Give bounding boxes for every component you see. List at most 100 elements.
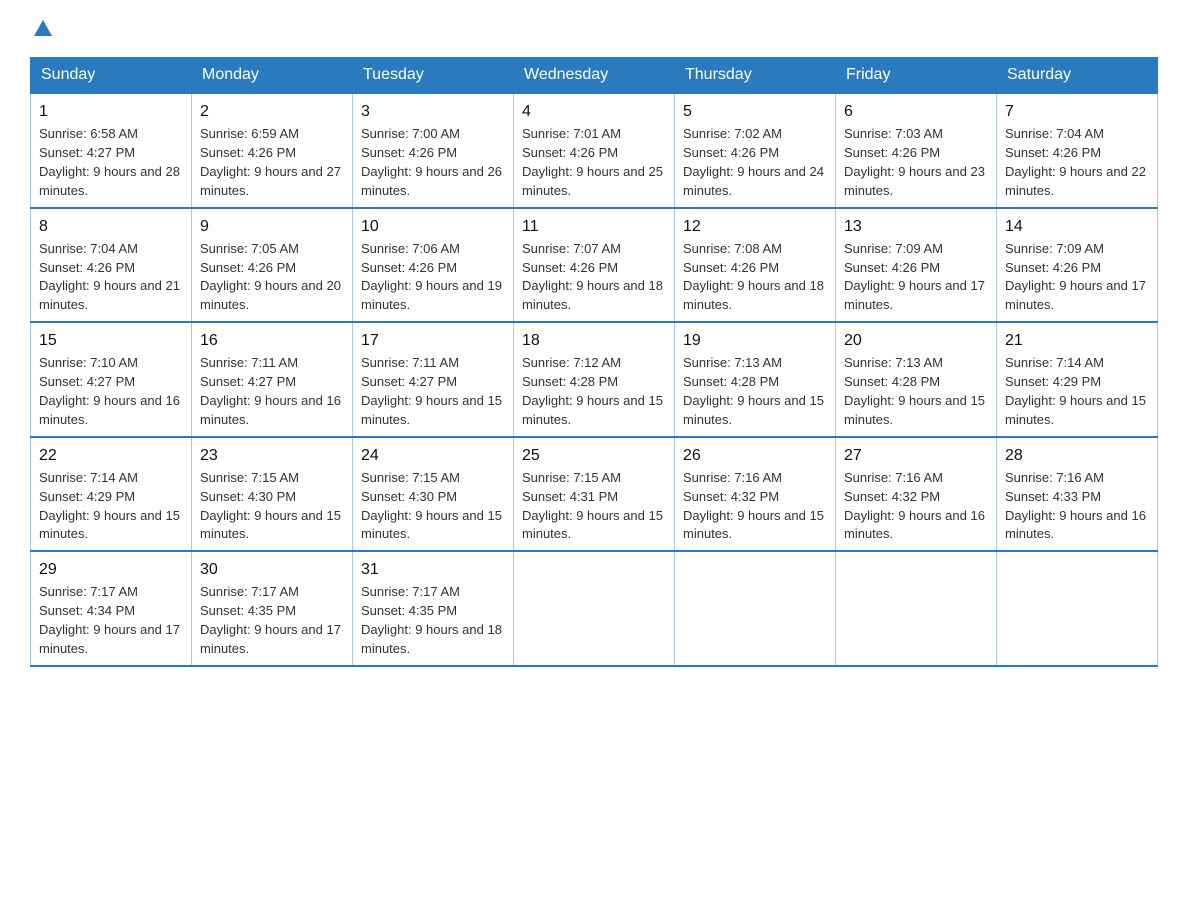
day-of-week-header: Wednesday	[514, 58, 675, 94]
calendar-cell: 24 Sunrise: 7:15 AMSunset: 4:30 PMDaylig…	[353, 437, 514, 552]
calendar-cell: 28 Sunrise: 7:16 AMSunset: 4:33 PMDaylig…	[997, 437, 1158, 552]
day-info: Sunrise: 7:11 AMSunset: 4:27 PMDaylight:…	[361, 355, 502, 427]
day-info: Sunrise: 7:05 AMSunset: 4:26 PMDaylight:…	[200, 241, 341, 313]
day-info: Sunrise: 7:09 AMSunset: 4:26 PMDaylight:…	[1005, 241, 1146, 313]
day-number: 11	[522, 215, 666, 238]
day-info: Sunrise: 7:06 AMSunset: 4:26 PMDaylight:…	[361, 241, 502, 313]
day-info: Sunrise: 6:59 AMSunset: 4:26 PMDaylight:…	[200, 126, 341, 198]
calendar-cell: 27 Sunrise: 7:16 AMSunset: 4:32 PMDaylig…	[836, 437, 997, 552]
day-number: 7	[1005, 100, 1149, 123]
day-number: 16	[200, 329, 344, 352]
day-info: Sunrise: 7:16 AMSunset: 4:32 PMDaylight:…	[844, 470, 985, 542]
calendar-table: SundayMondayTuesdayWednesdayThursdayFrid…	[30, 57, 1158, 667]
calendar-cell: 8 Sunrise: 7:04 AMSunset: 4:26 PMDayligh…	[31, 208, 192, 323]
calendar-cell: 26 Sunrise: 7:16 AMSunset: 4:32 PMDaylig…	[675, 437, 836, 552]
day-info: Sunrise: 6:58 AMSunset: 4:27 PMDaylight:…	[39, 126, 180, 198]
calendar-cell: 17 Sunrise: 7:11 AMSunset: 4:27 PMDaylig…	[353, 322, 514, 437]
calendar-cell: 12 Sunrise: 7:08 AMSunset: 4:26 PMDaylig…	[675, 208, 836, 323]
calendar-cell: 15 Sunrise: 7:10 AMSunset: 4:27 PMDaylig…	[31, 322, 192, 437]
day-info: Sunrise: 7:14 AMSunset: 4:29 PMDaylight:…	[1005, 355, 1146, 427]
day-of-week-header: Tuesday	[353, 58, 514, 94]
day-info: Sunrise: 7:04 AMSunset: 4:26 PMDaylight:…	[1005, 126, 1146, 198]
day-number: 12	[683, 215, 827, 238]
calendar-cell	[836, 551, 997, 666]
calendar-cell: 7 Sunrise: 7:04 AMSunset: 4:26 PMDayligh…	[997, 93, 1158, 208]
calendar-cell: 30 Sunrise: 7:17 AMSunset: 4:35 PMDaylig…	[192, 551, 353, 666]
day-number: 18	[522, 329, 666, 352]
page-header	[30, 20, 1158, 37]
calendar-header-row: SundayMondayTuesdayWednesdayThursdayFrid…	[31, 58, 1158, 94]
day-of-week-header: Saturday	[997, 58, 1158, 94]
calendar-week-row: 15 Sunrise: 7:10 AMSunset: 4:27 PMDaylig…	[31, 322, 1158, 437]
day-number: 9	[200, 215, 344, 238]
day-info: Sunrise: 7:13 AMSunset: 4:28 PMDaylight:…	[844, 355, 985, 427]
calendar-cell: 2 Sunrise: 6:59 AMSunset: 4:26 PMDayligh…	[192, 93, 353, 208]
day-number: 5	[683, 100, 827, 123]
calendar-cell: 9 Sunrise: 7:05 AMSunset: 4:26 PMDayligh…	[192, 208, 353, 323]
calendar-week-row: 1 Sunrise: 6:58 AMSunset: 4:27 PMDayligh…	[31, 93, 1158, 208]
calendar-cell: 3 Sunrise: 7:00 AMSunset: 4:26 PMDayligh…	[353, 93, 514, 208]
calendar-cell: 6 Sunrise: 7:03 AMSunset: 4:26 PMDayligh…	[836, 93, 997, 208]
calendar-week-row: 8 Sunrise: 7:04 AMSunset: 4:26 PMDayligh…	[31, 208, 1158, 323]
calendar-cell: 29 Sunrise: 7:17 AMSunset: 4:34 PMDaylig…	[31, 551, 192, 666]
day-number: 25	[522, 444, 666, 467]
day-number: 23	[200, 444, 344, 467]
calendar-cell: 1 Sunrise: 6:58 AMSunset: 4:27 PMDayligh…	[31, 93, 192, 208]
day-info: Sunrise: 7:13 AMSunset: 4:28 PMDaylight:…	[683, 355, 824, 427]
logo-triangle-icon	[34, 20, 52, 36]
day-info: Sunrise: 7:12 AMSunset: 4:28 PMDaylight:…	[522, 355, 663, 427]
day-number: 20	[844, 329, 988, 352]
calendar-cell	[675, 551, 836, 666]
day-info: Sunrise: 7:17 AMSunset: 4:35 PMDaylight:…	[361, 584, 502, 656]
calendar-cell: 5 Sunrise: 7:02 AMSunset: 4:26 PMDayligh…	[675, 93, 836, 208]
calendar-cell: 22 Sunrise: 7:14 AMSunset: 4:29 PMDaylig…	[31, 437, 192, 552]
day-number: 15	[39, 329, 183, 352]
day-info: Sunrise: 7:01 AMSunset: 4:26 PMDaylight:…	[522, 126, 663, 198]
calendar-cell: 18 Sunrise: 7:12 AMSunset: 4:28 PMDaylig…	[514, 322, 675, 437]
day-number: 14	[1005, 215, 1149, 238]
day-info: Sunrise: 7:09 AMSunset: 4:26 PMDaylight:…	[844, 241, 985, 313]
calendar-cell	[514, 551, 675, 666]
day-number: 13	[844, 215, 988, 238]
calendar-cell: 20 Sunrise: 7:13 AMSunset: 4:28 PMDaylig…	[836, 322, 997, 437]
day-number: 28	[1005, 444, 1149, 467]
day-number: 27	[844, 444, 988, 467]
day-info: Sunrise: 7:02 AMSunset: 4:26 PMDaylight:…	[683, 126, 824, 198]
calendar-week-row: 29 Sunrise: 7:17 AMSunset: 4:34 PMDaylig…	[31, 551, 1158, 666]
day-info: Sunrise: 7:14 AMSunset: 4:29 PMDaylight:…	[39, 470, 180, 542]
day-number: 2	[200, 100, 344, 123]
day-number: 8	[39, 215, 183, 238]
calendar-cell: 13 Sunrise: 7:09 AMSunset: 4:26 PMDaylig…	[836, 208, 997, 323]
day-info: Sunrise: 7:15 AMSunset: 4:31 PMDaylight:…	[522, 470, 663, 542]
logo	[30, 20, 52, 37]
day-number: 1	[39, 100, 183, 123]
day-number: 10	[361, 215, 505, 238]
day-number: 26	[683, 444, 827, 467]
day-info: Sunrise: 7:15 AMSunset: 4:30 PMDaylight:…	[361, 470, 502, 542]
day-info: Sunrise: 7:10 AMSunset: 4:27 PMDaylight:…	[39, 355, 180, 427]
day-info: Sunrise: 7:17 AMSunset: 4:35 PMDaylight:…	[200, 584, 341, 656]
calendar-cell: 4 Sunrise: 7:01 AMSunset: 4:26 PMDayligh…	[514, 93, 675, 208]
calendar-week-row: 22 Sunrise: 7:14 AMSunset: 4:29 PMDaylig…	[31, 437, 1158, 552]
day-number: 30	[200, 558, 344, 581]
day-number: 19	[683, 329, 827, 352]
calendar-cell: 19 Sunrise: 7:13 AMSunset: 4:28 PMDaylig…	[675, 322, 836, 437]
day-info: Sunrise: 7:04 AMSunset: 4:26 PMDaylight:…	[39, 241, 180, 313]
calendar-cell: 16 Sunrise: 7:11 AMSunset: 4:27 PMDaylig…	[192, 322, 353, 437]
day-number: 4	[522, 100, 666, 123]
day-of-week-header: Sunday	[31, 58, 192, 94]
day-info: Sunrise: 7:11 AMSunset: 4:27 PMDaylight:…	[200, 355, 341, 427]
day-info: Sunrise: 7:07 AMSunset: 4:26 PMDaylight:…	[522, 241, 663, 313]
calendar-cell: 11 Sunrise: 7:07 AMSunset: 4:26 PMDaylig…	[514, 208, 675, 323]
day-info: Sunrise: 7:00 AMSunset: 4:26 PMDaylight:…	[361, 126, 502, 198]
day-info: Sunrise: 7:15 AMSunset: 4:30 PMDaylight:…	[200, 470, 341, 542]
day-number: 22	[39, 444, 183, 467]
day-of-week-header: Thursday	[675, 58, 836, 94]
calendar-cell: 21 Sunrise: 7:14 AMSunset: 4:29 PMDaylig…	[997, 322, 1158, 437]
day-info: Sunrise: 7:17 AMSunset: 4:34 PMDaylight:…	[39, 584, 180, 656]
day-info: Sunrise: 7:03 AMSunset: 4:26 PMDaylight:…	[844, 126, 985, 198]
day-number: 17	[361, 329, 505, 352]
calendar-cell: 31 Sunrise: 7:17 AMSunset: 4:35 PMDaylig…	[353, 551, 514, 666]
day-info: Sunrise: 7:08 AMSunset: 4:26 PMDaylight:…	[683, 241, 824, 313]
day-info: Sunrise: 7:16 AMSunset: 4:32 PMDaylight:…	[683, 470, 824, 542]
